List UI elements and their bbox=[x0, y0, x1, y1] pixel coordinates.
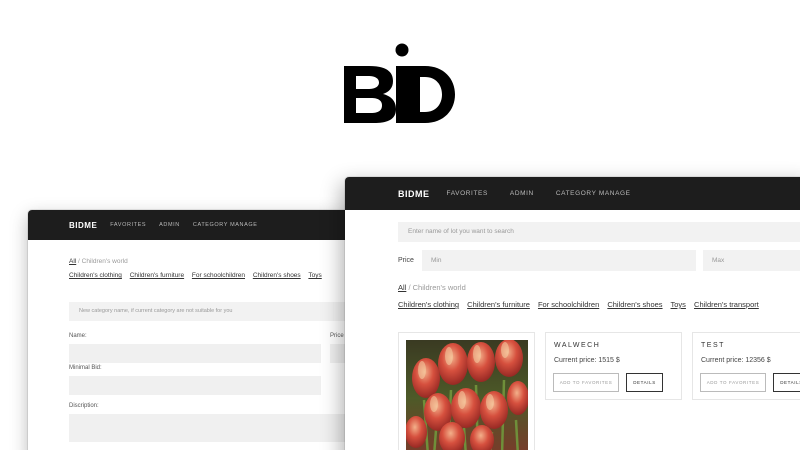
nav-favorites[interactable]: FAVORITES bbox=[447, 190, 488, 197]
details-button[interactable]: DETAILS bbox=[773, 373, 800, 392]
name-input[interactable] bbox=[69, 344, 321, 363]
breadcrumb: All / Children's world bbox=[69, 258, 388, 265]
search-input[interactable]: Enter name of lot you want to search bbox=[398, 222, 800, 242]
navbar: BIDME FAVORITES ADMIN CATEGORY MANAGE bbox=[345, 177, 800, 210]
stage: BIDME FAVORITES ADMIN CATEGORY MANAGE Al… bbox=[0, 0, 800, 450]
bid-logo bbox=[343, 43, 458, 125]
category-link[interactable]: Children's clothing bbox=[398, 300, 459, 309]
category-link[interactable]: Children's shoes bbox=[607, 300, 662, 309]
breadcrumb-separator: / bbox=[78, 258, 80, 265]
nav-admin[interactable]: ADMIN bbox=[159, 222, 180, 228]
category-link[interactable]: Toys bbox=[308, 272, 321, 279]
price-min-input[interactable]: Min bbox=[422, 250, 696, 271]
navbar: BIDME FAVORITES ADMIN CATEGORY MANAGE bbox=[28, 210, 388, 240]
details-button[interactable]: DETAILS bbox=[626, 373, 663, 392]
category-list: Children's clothing Children's furniture… bbox=[398, 300, 765, 309]
breadcrumb-separator: / bbox=[408, 283, 411, 292]
nav-favorites[interactable]: FAVORITES bbox=[110, 222, 146, 228]
lots-window: BIDME FAVORITES ADMIN CATEGORY MANAGE En… bbox=[345, 177, 800, 450]
category-link[interactable]: Children's transport bbox=[694, 300, 759, 309]
category-link[interactable]: Children's furniture bbox=[467, 300, 530, 309]
description-textarea[interactable] bbox=[69, 414, 388, 442]
minimal-bid-input[interactable] bbox=[69, 376, 321, 395]
category-link[interactable]: Toys bbox=[671, 300, 686, 309]
category-list: Children's clothing Children's furniture… bbox=[69, 272, 388, 279]
nav-category-manage[interactable]: CATEGORY MANAGE bbox=[193, 222, 258, 228]
nav-category-manage[interactable]: CATEGORY MANAGE bbox=[556, 190, 631, 197]
lot-image-card[interactable] bbox=[398, 332, 535, 450]
category-link[interactable]: For schoolchildren bbox=[192, 272, 245, 279]
lot-card[interactable]: WALWECH Current price: 1515 $ ADD TO FAV… bbox=[545, 332, 682, 400]
breadcrumb: All / Children's world bbox=[398, 283, 466, 292]
price-label: Price bbox=[330, 333, 344, 339]
tulips-photo bbox=[406, 340, 528, 450]
lot-title: TEST bbox=[701, 342, 725, 349]
price-max-input[interactable]: Max bbox=[703, 250, 800, 271]
lot-price: Current price: 12356 $ bbox=[701, 357, 771, 364]
brand-logo[interactable]: BIDME bbox=[398, 189, 430, 199]
add-to-favorites-button[interactable]: ADD TO FAVORITES bbox=[700, 373, 766, 392]
lot-card[interactable]: TEST Current price: 12356 $ ADD TO FAVOR… bbox=[692, 332, 800, 400]
price-filter-label: Price bbox=[398, 257, 414, 264]
category-link[interactable]: Children's clothing bbox=[69, 272, 122, 279]
breadcrumb-all[interactable]: All bbox=[398, 283, 406, 292]
lot-price: Current price: 1515 $ bbox=[554, 357, 620, 364]
create-lot-window: BIDME FAVORITES ADMIN CATEGORY MANAGE Al… bbox=[28, 210, 388, 450]
category-link[interactable]: Children's furniture bbox=[130, 272, 184, 279]
name-label: Name: bbox=[69, 333, 87, 339]
description-label: Discription: bbox=[69, 403, 99, 409]
brand-logo[interactable]: BIDME bbox=[69, 221, 97, 230]
breadcrumb-current: Children's world bbox=[81, 258, 128, 265]
breadcrumb-current: Children's world bbox=[412, 283, 466, 292]
minimal-bid-label: Minimal Bid: bbox=[69, 365, 102, 371]
category-link[interactable]: For schoolchildren bbox=[538, 300, 599, 309]
lot-title: WALWECH bbox=[554, 342, 601, 349]
category-link[interactable]: Children's shoes bbox=[253, 272, 301, 279]
add-to-favorites-button[interactable]: ADD TO FAVORITES bbox=[553, 373, 619, 392]
breadcrumb-all[interactable]: All bbox=[69, 258, 76, 265]
nav-admin[interactable]: ADMIN bbox=[510, 190, 534, 197]
new-category-input[interactable]: New category name, if current category a… bbox=[69, 302, 388, 321]
